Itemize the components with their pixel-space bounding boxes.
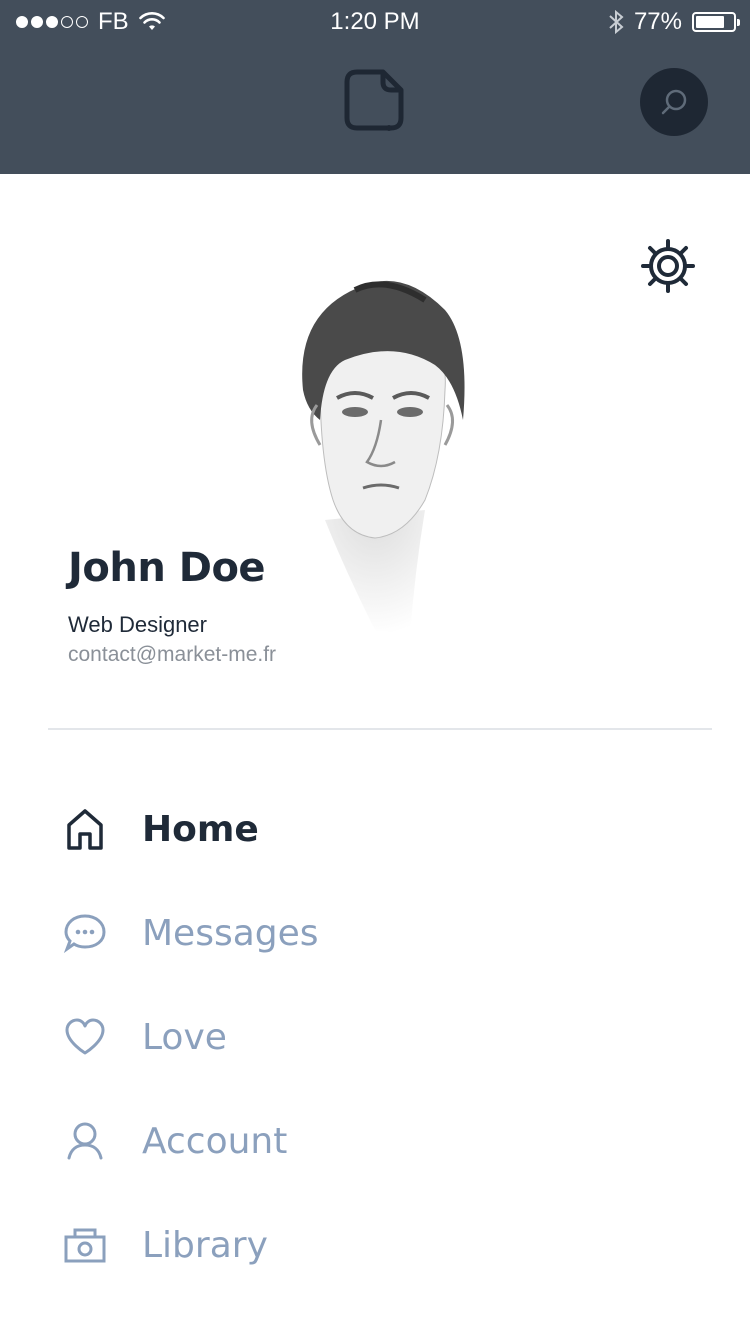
chat-bubble-icon — [60, 908, 110, 958]
app-logo-icon[interactable] — [343, 68, 409, 134]
battery-percent: 77% — [633, 8, 682, 35]
camera-icon — [60, 1220, 110, 1270]
divider — [48, 728, 712, 730]
search-button[interactable] — [640, 68, 708, 136]
menu-item-home[interactable]: Home — [60, 784, 700, 874]
bluetooth-icon — [609, 10, 624, 34]
profile-name: John Doe — [68, 545, 266, 591]
status-right: 77% — [608, 8, 740, 36]
user-icon — [60, 1116, 110, 1166]
menu-item-label: Account — [142, 1120, 288, 1162]
status-bar: FB 1:20 PM 77% — [0, 0, 750, 42]
menu-item-label: Home — [142, 808, 259, 850]
menu-item-label: Love — [142, 1016, 227, 1058]
heart-icon — [60, 1012, 110, 1062]
app-header: FB 1:20 PM 77% — [0, 0, 750, 174]
menu-item-label: Library — [142, 1224, 268, 1266]
gear-icon[interactable] — [640, 238, 696, 294]
menu-item-label: Messages — [142, 912, 319, 954]
menu-item-love[interactable]: Love — [60, 992, 700, 1082]
search-icon — [661, 89, 687, 115]
menu-item-messages[interactable]: Messages — [60, 888, 700, 978]
home-icon — [60, 804, 110, 854]
menu-item-account[interactable]: Account — [60, 1096, 700, 1186]
battery-icon — [692, 12, 740, 32]
profile-email[interactable]: contact@market-me.fr — [68, 643, 276, 667]
profile-role: Web Designer — [68, 612, 207, 637]
avatar — [302, 280, 465, 635]
menu-item-library[interactable]: Library — [60, 1200, 700, 1290]
